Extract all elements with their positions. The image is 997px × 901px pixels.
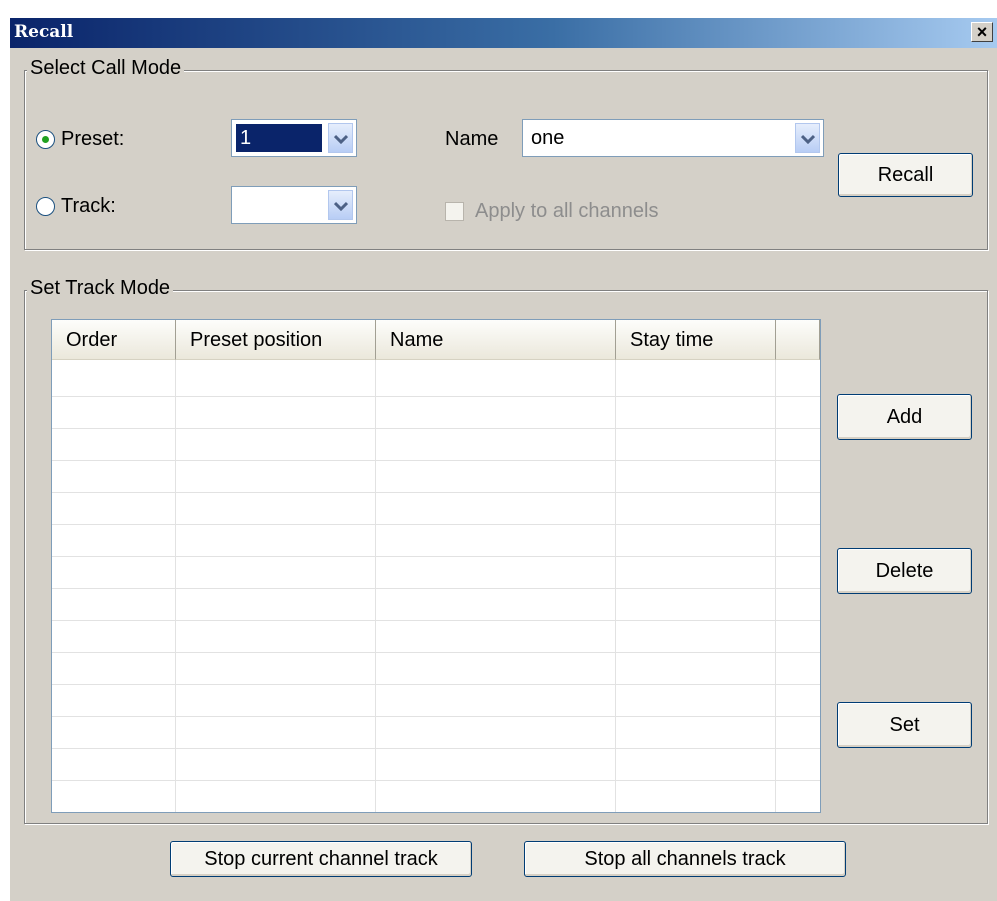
- name-combo[interactable]: one: [522, 119, 824, 157]
- preset-combo[interactable]: 1: [231, 119, 357, 157]
- recall-button[interactable]: Recall: [838, 153, 973, 197]
- apply-all-checkbox[interactable]: [445, 202, 464, 221]
- track-label: Track:: [61, 195, 116, 217]
- add-button[interactable]: Add: [837, 394, 972, 440]
- stop-all-channels-track-button[interactable]: Stop all channels track: [524, 841, 846, 877]
- column-header-preset-position[interactable]: Preset position: [176, 320, 376, 360]
- track-combo[interactable]: [231, 186, 357, 224]
- recall-button-label: Recall: [877, 164, 934, 186]
- grid-line: [52, 620, 820, 621]
- column-header-order[interactable]: Order: [52, 320, 176, 360]
- grid-line: [52, 524, 820, 525]
- track-table[interactable]: Order Preset position Name Stay time: [51, 319, 821, 813]
- chevron-down-icon[interactable]: [328, 123, 353, 153]
- select-call-mode-title: Select Call Mode: [27, 57, 185, 80]
- apply-all-label: Apply to all channels: [475, 200, 659, 222]
- preset-radio[interactable]: [36, 130, 55, 149]
- stop-current-channel-track-button[interactable]: Stop current channel track: [170, 841, 472, 877]
- preset-label: Preset:: [61, 128, 125, 150]
- preset-combo-value: 1: [236, 124, 322, 152]
- close-icon: ×: [976, 22, 988, 42]
- grid-line: [52, 652, 820, 653]
- track-combo-value: [236, 191, 244, 219]
- grid-line: [52, 428, 820, 429]
- track-radio[interactable]: [36, 197, 55, 216]
- delete-button-label: Delete: [875, 560, 934, 582]
- stop-current-button-label: Stop current channel track: [204, 848, 438, 870]
- column-header-filler: [776, 320, 820, 360]
- close-button[interactable]: ×: [971, 22, 993, 42]
- grid-line: [52, 492, 820, 493]
- set-button[interactable]: Set: [837, 702, 972, 748]
- set-button-label: Set: [889, 714, 920, 736]
- delete-button[interactable]: Delete: [837, 548, 972, 594]
- grid-line: [52, 588, 820, 589]
- chevron-down-icon[interactable]: [795, 123, 820, 153]
- grid-line: [52, 684, 820, 685]
- grid-line: [52, 716, 820, 717]
- grid-line: [52, 396, 820, 397]
- grid-line: [52, 748, 820, 749]
- add-button-label: Add: [886, 406, 923, 428]
- title-bar[interactable]: Recall ×: [10, 18, 997, 48]
- stop-all-button-label: Stop all channels track: [584, 848, 786, 870]
- grid-line: [52, 460, 820, 461]
- grid-line: [52, 780, 820, 781]
- name-label: Name: [445, 128, 499, 150]
- table-header: Order Preset position Name Stay time: [52, 320, 820, 360]
- select-call-mode-group: Select Call Mode Preset: 1 Name one Reca…: [24, 57, 988, 250]
- grid-line: [52, 556, 820, 557]
- set-track-mode-title: Set Track Mode: [27, 277, 174, 300]
- name-combo-value: one: [531, 127, 565, 149]
- window-title: Recall: [14, 22, 74, 42]
- column-header-name[interactable]: Name: [376, 320, 616, 360]
- chevron-down-icon[interactable]: [328, 190, 353, 220]
- recall-dialog: Recall × Select Call Mode Preset: 1 Name…: [10, 18, 997, 901]
- column-header-stay-time[interactable]: Stay time: [616, 320, 776, 360]
- radio-selected-dot: [42, 136, 49, 143]
